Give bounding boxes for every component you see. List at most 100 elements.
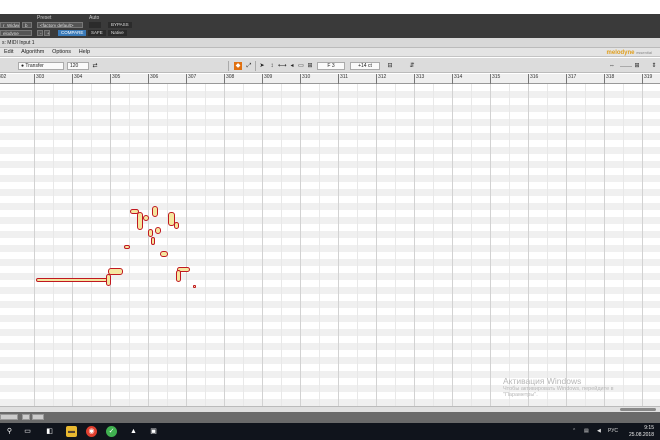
plugin-header: Preset Auto r_Widwell b elodyne <factory…	[0, 14, 660, 38]
bottom-field[interactable]	[0, 414, 18, 420]
ruler-tick: 303	[34, 74, 44, 84]
preset-minus-button[interactable]: -	[37, 30, 43, 36]
window-title: s: MIDI Input 1	[0, 38, 660, 48]
app-green-icon[interactable]: ✓	[106, 426, 117, 437]
image-viewer-icon[interactable]: ▣	[148, 426, 159, 437]
ruler-tick: 315	[490, 74, 500, 84]
menu-help[interactable]: Help	[75, 48, 92, 57]
note-blob[interactable]	[160, 251, 168, 257]
windows-taskbar: ⚲ ▭ ◧ ▬ ◉ ✓ ▲ ▣ ⌃ ▤ ◀ РУС 9:15 25.08.201…	[0, 423, 660, 440]
transfer-button[interactable]: ● Transfer	[18, 62, 64, 70]
timing-tool-icon[interactable]: ⟷	[278, 62, 287, 70]
tray-chevron-icon[interactable]: ⌃	[572, 423, 576, 440]
ruler-tick: 304	[72, 74, 82, 84]
ruler-tick: 307	[186, 74, 196, 84]
language-indicator[interactable]: РУС	[608, 423, 618, 440]
formant-tool-icon[interactable]: ◂	[288, 62, 296, 70]
scale-tool-icon[interactable]: ⤢	[245, 62, 253, 70]
menu-bar: Edit Algorithm Options Help melodyne ess…	[0, 48, 660, 57]
auto-label: Auto	[89, 15, 100, 21]
note-blob[interactable]	[174, 222, 179, 229]
task-view-icon[interactable]: ▭	[22, 426, 33, 437]
transfer-label: Transfer	[25, 63, 44, 69]
ruler-tick: 318	[604, 74, 614, 84]
note-blob[interactable]	[155, 227, 161, 234]
ruler-tick: 310	[300, 74, 310, 84]
plugin-bottom-bar	[0, 412, 660, 423]
ruler-tick: 319	[642, 74, 652, 84]
preset-plus-button[interactable]: +	[44, 30, 50, 36]
ruler-tick: 312	[376, 74, 386, 84]
note-blob[interactable]	[193, 285, 196, 288]
amplitude-tool-icon[interactable]: ▭	[297, 62, 305, 70]
tempo-field[interactable]: 120	[67, 62, 89, 70]
chrome-icon[interactable]: ◉	[86, 426, 97, 437]
snap-icon[interactable]: ⇵	[408, 62, 416, 70]
bottom-field-2[interactable]	[32, 414, 44, 420]
plugin-name-field[interactable]: elodyne	[0, 30, 32, 36]
note-blob[interactable]	[124, 245, 130, 249]
note-blob[interactable]	[137, 212, 143, 230]
taskbar-app-icon[interactable]: ◧	[44, 426, 55, 437]
network-icon[interactable]: ▤	[584, 423, 589, 440]
ruler-tick: 308	[224, 74, 234, 84]
watermark-title: Активация Windows	[503, 376, 582, 386]
ruler-tick: 311	[338, 74, 348, 84]
time-ruler[interactable]: 302 303 304 305 306 307 308 309 310 311 …	[0, 74, 660, 84]
cents-field[interactable]: +14 ct	[350, 62, 380, 70]
ruler-tick: 309	[262, 74, 272, 84]
note-blob[interactable]	[176, 270, 181, 282]
pro-tools-icon[interactable]: ▲	[128, 426, 139, 437]
auto-toggle[interactable]	[89, 22, 101, 28]
watermark-line2: "Параметры".	[503, 392, 538, 398]
pitch-field[interactable]: F 3	[317, 62, 345, 70]
bottom-toggle[interactable]	[22, 414, 30, 420]
record-dot-icon: ●	[21, 63, 25, 69]
melodyne-logo: melodyne essential	[607, 48, 652, 58]
note-blob[interactable]	[36, 278, 108, 282]
note-blob[interactable]	[106, 274, 111, 286]
scrollbar-thumb[interactable]	[620, 408, 656, 411]
note-blob[interactable]	[148, 229, 153, 237]
brand-name: melodyne	[606, 50, 635, 56]
file-explorer-icon[interactable]: ▬	[66, 426, 77, 437]
native-label: Native	[108, 30, 127, 36]
ruler-tick: 305	[110, 74, 120, 84]
note-blob[interactable]	[151, 237, 155, 245]
search-icon[interactable]: ⚲	[4, 426, 15, 437]
ruler-tick: 314	[452, 74, 462, 84]
quantize-icon[interactable]: ⊟	[386, 62, 394, 70]
note-editor[interactable]	[0, 84, 660, 406]
zoom-in-icon[interactable]: ⊞	[633, 62, 641, 70]
toolbar: ● Transfer 120 ⇄ ◆ ⤢ ➤ ↕ ⟷ ◂ ▭ ⊞ F 3 +14…	[0, 58, 660, 73]
brand-suffix: essential	[636, 50, 652, 55]
clock-date: 25.08.2018	[628, 431, 654, 438]
volume-icon[interactable]: ◀	[597, 423, 601, 440]
zoom-out-icon[interactable]: ⇔	[608, 62, 616, 70]
preset-select[interactable]: <factory default>	[37, 22, 83, 28]
ruler-tick: 302	[0, 74, 6, 84]
taskbar-clock[interactable]: 9:15 25.08.2018	[629, 425, 654, 438]
menu-options[interactable]: Options	[48, 48, 73, 57]
ruler-tick: 306	[148, 74, 158, 84]
ruler-tick: 317	[566, 74, 576, 84]
track-name-field[interactable]: r_Widwell	[0, 22, 20, 28]
pointer-tool-icon[interactable]: ➤	[258, 62, 266, 70]
link-icon[interactable]: ⇄	[91, 62, 99, 70]
zoom-vertical-icon[interactable]: ⇕	[650, 62, 658, 70]
safe-button[interactable]: SAFE	[88, 30, 106, 36]
preset-label: Preset	[37, 15, 52, 21]
pitch-tool-icon[interactable]: ◆	[234, 62, 242, 70]
note-blob[interactable]	[152, 206, 158, 217]
bypass-button[interactable]: BYPASS	[108, 22, 132, 28]
ruler-tick: 316	[528, 74, 538, 84]
ruler-tick: 313	[414, 74, 424, 84]
pitch-macro-icon[interactable]: ↕	[268, 62, 276, 70]
note-blob[interactable]	[143, 215, 149, 221]
track-letter-field[interactable]: b	[22, 22, 32, 28]
menu-edit[interactable]: Edit	[0, 48, 15, 57]
activation-watermark: Активация Windows Чтобы активировать Win…	[503, 376, 614, 398]
separation-tool-icon[interactable]: ⊞	[306, 62, 314, 70]
compare-button[interactable]: COMPARE	[58, 30, 87, 36]
menu-algorithm[interactable]: Algorithm	[17, 48, 46, 57]
